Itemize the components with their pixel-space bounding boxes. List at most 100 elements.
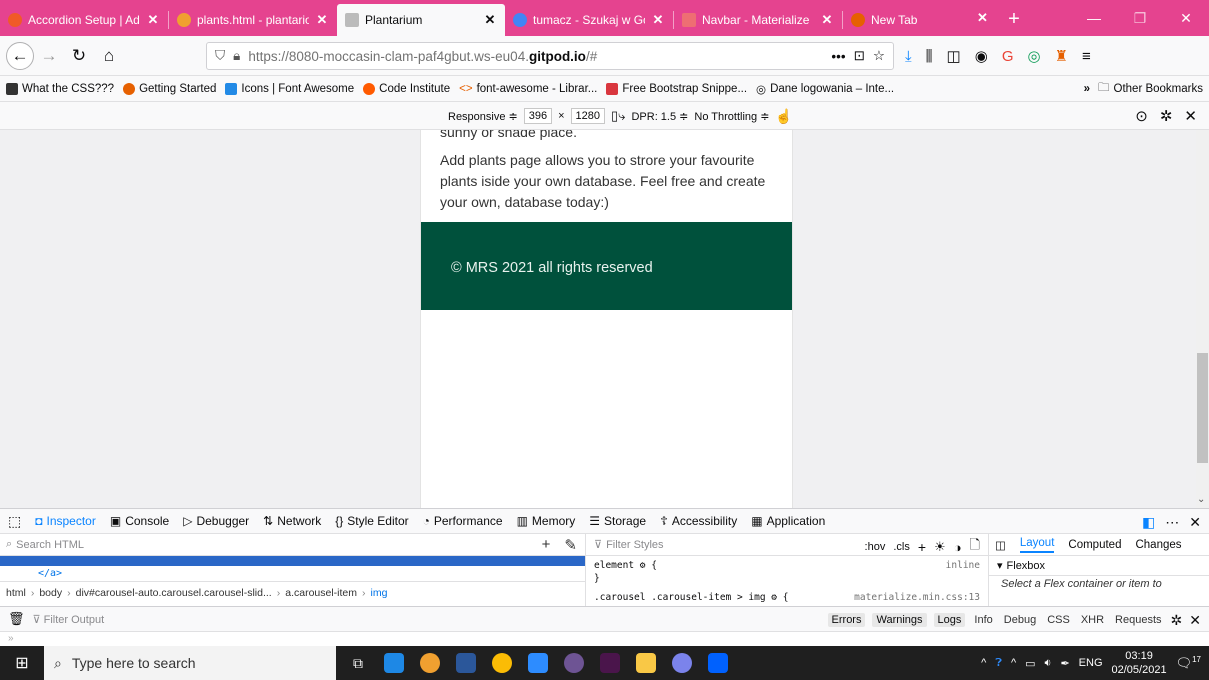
- tab-plants-html[interactable]: plants.html - plantario ✕: [169, 4, 337, 36]
- url-bar[interactable]: ⛉ 🔒︎ https://8080-moccasin-clam-paf4gbut…: [206, 42, 894, 70]
- tab-storage[interactable]: ☰ Storage: [589, 514, 646, 528]
- tab-new-tab[interactable]: New Tab: [843, 4, 971, 36]
- hover-pseudo-toggle[interactable]: :hov: [865, 541, 886, 553]
- filter-output-input[interactable]: ⊽ Filter Output: [33, 613, 105, 626]
- tab-application[interactable]: ▦ Application: [751, 514, 825, 528]
- breadcrumb-item[interactable]: div#carousel-auto.carousel.carousel-slid…: [76, 587, 272, 599]
- other-bookmarks-folder[interactable]: 🗀︎ Other Bookmarks: [1098, 80, 1203, 99]
- taskbar-search-box[interactable]: ⌕ Type here to search: [44, 646, 336, 680]
- chevron-up-icon[interactable]: ^: [981, 657, 986, 669]
- tab-accordion-setup[interactable]: Accordion Setup | Adc ✕: [0, 4, 168, 36]
- maximize-window-button[interactable]: ❐: [1117, 0, 1163, 36]
- tab-plantarium[interactable]: Plantarium ✕: [337, 4, 505, 36]
- tracking-protection-shield-icon[interactable]: ⛉: [215, 48, 225, 64]
- dark-theme-icon[interactable]: ◑: [954, 540, 962, 555]
- reload-button[interactable]: ↻: [64, 41, 94, 71]
- console-input[interactable]: »: [0, 632, 1209, 646]
- css-rule[interactable]: element ⚙ {inline: [586, 559, 988, 572]
- filter-logs-button[interactable]: Logs: [933, 613, 966, 627]
- throttling-selector[interactable]: No Throttling ≑: [694, 110, 769, 123]
- skype-icon[interactable]: [664, 646, 700, 680]
- close-window-button[interactable]: ✕: [1163, 0, 1209, 36]
- filter-errors-button[interactable]: Errors: [827, 613, 866, 627]
- breadcrumb-item[interactable]: a.carousel-item: [285, 587, 357, 599]
- bookmark-item[interactable]: What the CSS???: [6, 82, 114, 95]
- rotate-viewport-icon[interactable]: ▯⤷: [611, 108, 625, 124]
- tray-overflow-icon[interactable]: ^: [1011, 657, 1016, 669]
- bookmark-item[interactable]: Getting Started: [123, 82, 216, 95]
- home-button[interactable]: ⌂: [94, 41, 124, 71]
- close-rdm-icon[interactable]: ✕: [1184, 107, 1197, 125]
- dropbox-icon[interactable]: [700, 646, 736, 680]
- windows-start-button[interactable]: ⊞: [0, 646, 44, 680]
- css-rule[interactable]: .carousel .carousel-item > img ⚙ {materi…: [586, 591, 988, 604]
- extension-icon[interactable]: ◉: [975, 47, 988, 65]
- pen-icon[interactable]: ✒: [1060, 657, 1069, 670]
- close-devtools-icon[interactable]: ✕: [1189, 514, 1201, 531]
- bookmark-item[interactable]: Free Bootstrap Snippe...: [606, 82, 747, 95]
- toggle-pane-icon[interactable]: ◫: [995, 538, 1006, 552]
- notifications-icon[interactable]: 🗨︎17: [1176, 655, 1201, 671]
- scrollbar-thumb[interactable]: [1197, 353, 1208, 463]
- bookmark-item[interactable]: Icons | Font Awesome: [225, 82, 354, 95]
- tab-computed[interactable]: Computed: [1068, 539, 1121, 551]
- tab-google-search[interactable]: tumacz - Szukaj w Goo ✕: [505, 4, 673, 36]
- tab-accessibility[interactable]: ☦ Accessibility: [660, 514, 737, 528]
- search-html-input[interactable]: ⌕ Search HTML + ✎: [0, 534, 585, 556]
- tab-changes[interactable]: Changes: [1135, 539, 1181, 551]
- network-icon[interactable]: ▭: [1025, 657, 1035, 670]
- lock-icon[interactable]: 🔒︎: [233, 48, 240, 64]
- close-tab-icon[interactable]: ✕: [146, 12, 160, 28]
- close-split-console-icon[interactable]: ✕: [1189, 612, 1201, 629]
- tab-style-editor[interactable]: {} Style Editor: [335, 514, 408, 528]
- minimize-window-button[interactable]: —: [1071, 0, 1117, 36]
- downloads-icon[interactable]: ⤓: [905, 48, 912, 65]
- vscode-icon[interactable]: [376, 646, 412, 680]
- task-view-icon[interactable]: ⧉: [340, 646, 376, 680]
- more-bookmarks-chevron-icon[interactable]: »: [1084, 83, 1090, 95]
- close-tab-icon[interactable]: ✕: [483, 12, 497, 28]
- device-selector[interactable]: Responsive ≑: [448, 110, 518, 123]
- bookmark-star-icon[interactable]: ☆: [873, 48, 885, 64]
- print-media-icon[interactable]: 🗋︎: [970, 536, 980, 558]
- filter-css-button[interactable]: CSS: [1045, 613, 1072, 627]
- sidebar-icon[interactable]: ◫: [947, 47, 961, 65]
- filter-xhr-button[interactable]: XHR: [1079, 613, 1106, 627]
- filter-styles-input[interactable]: ⊽ Filter Styles :hov .cls + ☀ ◑ 🗋︎: [586, 534, 988, 556]
- breadcrumb-item[interactable]: body: [39, 587, 62, 599]
- selected-markup-node[interactable]: [0, 556, 585, 566]
- word-icon[interactable]: [448, 646, 484, 680]
- list-all-tabs-icon[interactable]: ✕: [977, 10, 988, 26]
- scroll-down-arrow-icon[interactable]: ⌄: [1197, 494, 1205, 505]
- library-icon[interactable]: ⫼: [926, 48, 933, 65]
- markup-line[interactable]: </a>: [0, 566, 585, 582]
- eyedropper-icon[interactable]: ✎: [564, 536, 577, 554]
- close-tab-icon[interactable]: ✕: [651, 12, 665, 28]
- breadcrumb-item[interactable]: html: [6, 587, 26, 599]
- viewport-width-input[interactable]: 396: [523, 108, 553, 124]
- url-text[interactable]: https://8080-moccasin-clam-paf4gbut.ws-e…: [248, 49, 823, 64]
- tab-debugger[interactable]: ▷ Debugger: [183, 514, 249, 528]
- tab-layout[interactable]: Layout: [1019, 537, 1055, 553]
- volume-icon[interactable]: 🔉︎: [1045, 657, 1052, 670]
- extension-icon[interactable]: ◎: [1028, 47, 1041, 65]
- console-settings-gear-icon[interactable]: ✲: [1171, 612, 1183, 629]
- tab-inspector[interactable]: ◘ Inspector: [35, 514, 96, 528]
- github-icon[interactable]: [556, 646, 592, 680]
- trash-icon[interactable]: 🗑︎: [8, 611, 25, 627]
- tab-network[interactable]: ⇅ Network: [263, 514, 321, 528]
- screenshot-camera-icon[interactable]: ⊙: [1135, 107, 1148, 125]
- forward-button[interactable]: →: [34, 41, 64, 71]
- settings-gear-icon[interactable]: ✲: [1160, 107, 1173, 125]
- page-actions-button[interactable]: •••: [831, 49, 845, 64]
- slack-icon[interactable]: [592, 646, 628, 680]
- bookmark-item[interactable]: ◎ Dane logowania – Inte...: [756, 82, 894, 96]
- close-tab-icon[interactable]: ✕: [315, 12, 329, 28]
- stylesheet-link[interactable]: materialize.min.css:13: [854, 591, 980, 604]
- filter-warnings-button[interactable]: Warnings: [872, 613, 927, 627]
- dock-side-icon[interactable]: ◧: [1142, 514, 1155, 531]
- tab-performance[interactable]: ◔ Performance: [423, 514, 503, 528]
- chrome-icon[interactable]: [484, 646, 520, 680]
- flexbox-section-header[interactable]: ▾ Flexbox: [989, 556, 1209, 576]
- menu-hamburger-icon[interactable]: ≡: [1082, 48, 1091, 65]
